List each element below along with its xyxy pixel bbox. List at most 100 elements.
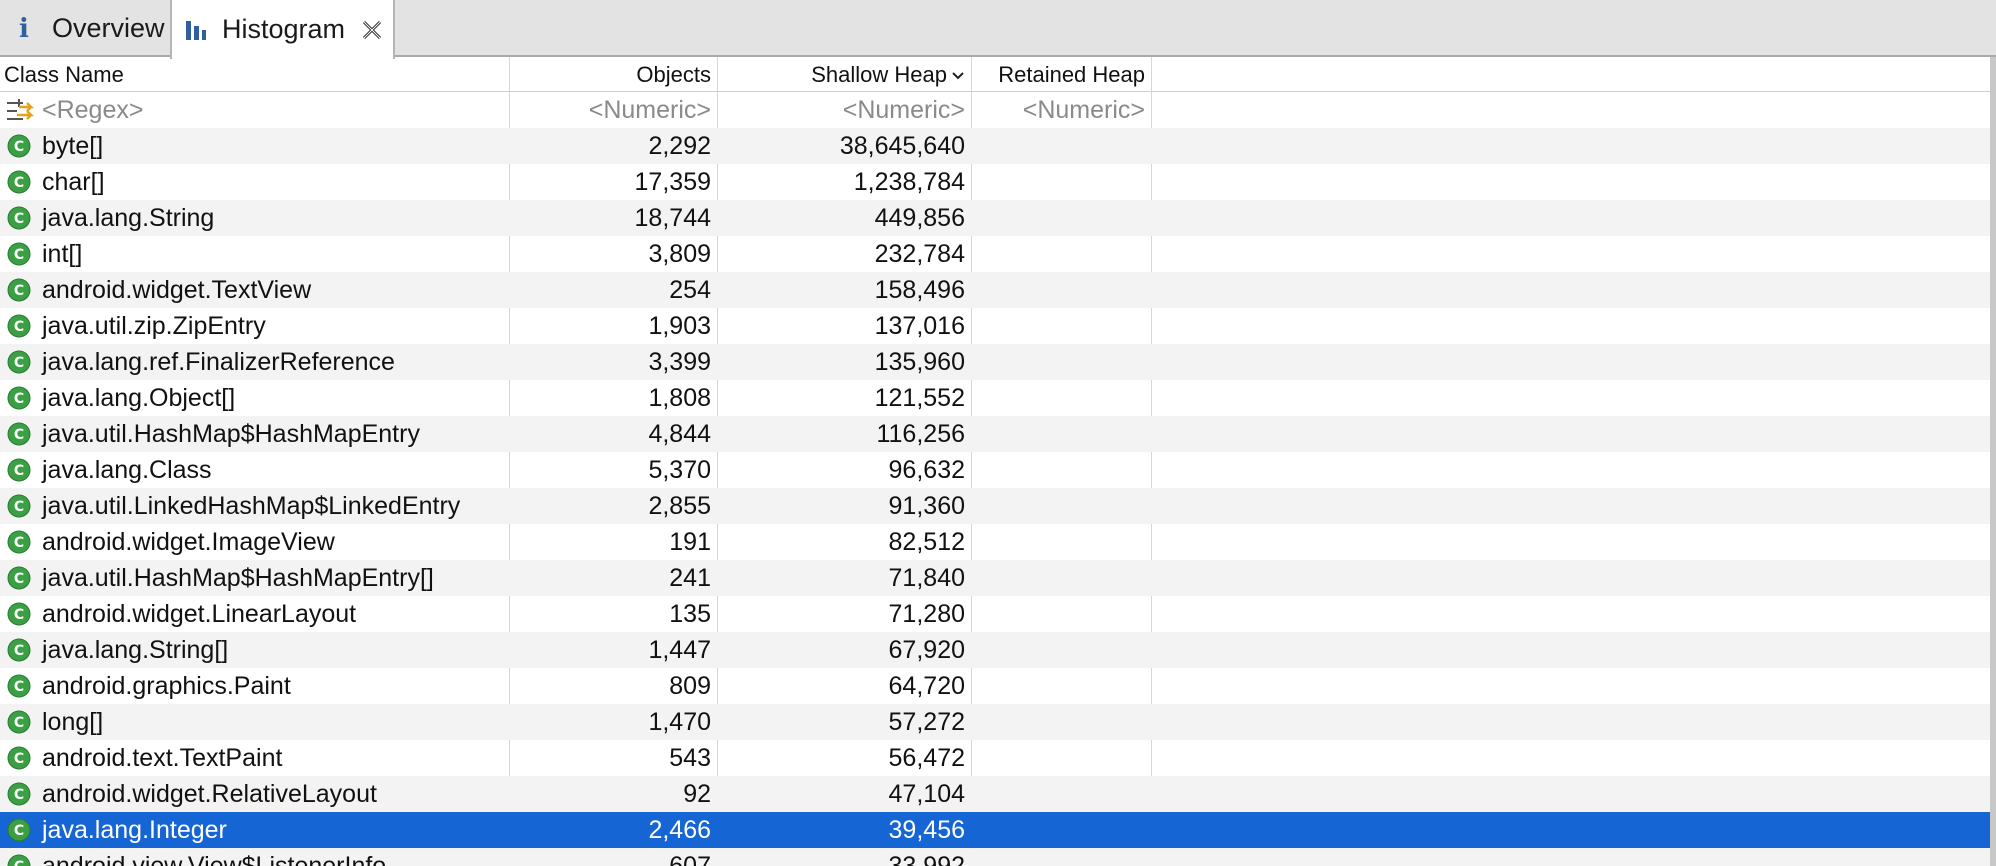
table-row[interactable]: Candroid.widget.LinearLayout 135 71,280	[0, 596, 1990, 632]
column-header-shallow-heap-label: Shallow Heap	[811, 62, 947, 87]
objects-cell: 1,903	[648, 312, 711, 340]
table-row[interactable]: Cjava.lang.Class 5,370 96,632	[0, 452, 1990, 488]
shallow-heap-cell: 38,645,640	[839, 132, 965, 160]
shallow-heap-cell: 82,512	[888, 528, 965, 556]
retained-heap-cell	[971, 524, 1151, 560]
column-header-shallow-heap[interactable]: Shallow Heap	[717, 57, 971, 92]
class-name-cell: java.util.HashMap$HashMapEntry	[42, 420, 420, 448]
objects-cell: 1,447	[648, 636, 711, 664]
class-name-cell: android.graphics.Paint	[42, 672, 291, 700]
class-name-cell: int[]	[42, 240, 83, 268]
column-header-class-name[interactable]: Class Name	[0, 57, 509, 92]
retained-heap-cell	[971, 452, 1151, 488]
table-row[interactable]: Cjava.util.HashMap$HashMapEntry 4,844 116,…	[0, 416, 1990, 452]
objects-cell: 254	[669, 276, 711, 304]
retained-heap-cell	[971, 308, 1151, 344]
filter-row[interactable]: <Regex> <Numeric> <Numeric> <Numeric>	[0, 92, 1990, 128]
shallow-heap-cell: 232,784	[874, 240, 965, 268]
filter-objects-input[interactable]: <Numeric>	[509, 92, 717, 128]
class-name-cell: java.lang.String	[42, 204, 215, 232]
close-icon[interactable]	[361, 19, 383, 41]
retained-heap-cell	[971, 128, 1151, 164]
retained-heap-cell	[971, 344, 1151, 380]
shallow-heap-cell: 137,016	[874, 312, 965, 340]
retained-heap-cell	[971, 776, 1151, 812]
retained-heap-cell	[971, 488, 1151, 524]
shallow-heap-cell: 47,104	[888, 780, 965, 808]
objects-cell: 1,470	[648, 708, 711, 736]
class-name-cell: byte[]	[42, 132, 104, 160]
tab-histogram[interactable]: Histogram	[170, 0, 395, 59]
column-header-objects[interactable]: Objects	[509, 57, 717, 92]
table-row[interactable]: Cjava.util.HashMap$HashMapEntry[] 241 71,8…	[0, 560, 1990, 596]
table-row[interactable]: Cjava.util.zip.ZipEntry 1,903 137,016	[0, 308, 1990, 344]
retained-heap-cell	[971, 632, 1151, 668]
table-row[interactable]: Cint[] 3,809 232,784	[0, 236, 1990, 272]
class-name-cell: java.lang.Class	[42, 456, 212, 484]
vertical-scrollbar[interactable]	[1990, 57, 1996, 866]
shallow-heap-cell: 96,632	[888, 456, 965, 484]
class-name-cell: android.widget.TextView	[42, 276, 312, 304]
chevron-down-icon	[952, 72, 964, 80]
histogram-table[interactable]: Class Name Objects Shallow Heap Retained…	[0, 57, 1990, 866]
shallow-heap-cell: 1,238,784	[853, 168, 965, 196]
shallow-heap-cell: 116,256	[876, 420, 965, 448]
table-row[interactable]: Cbyte[] 2,292 38,645,640	[0, 128, 1990, 164]
filter-class-name-input[interactable]: <Regex>	[0, 92, 509, 128]
class-name-cell: java.util.LinkedHashMap$LinkedEntry	[42, 492, 461, 520]
objects-cell: 191	[669, 528, 711, 556]
objects-cell: 607	[669, 852, 711, 866]
table-row[interactable]: Cjava.util.LinkedHashMap$LinkedEntry 2,85…	[0, 488, 1990, 524]
table-row[interactable]: Cjava.lang.ref.FinalizerReference 3,399 13…	[0, 344, 1990, 380]
table-row[interactable]: Cchar[] 17,359 1,238,784	[0, 164, 1990, 200]
table-row[interactable]: Cjava.lang.Integer 2,466 39,456	[0, 812, 1990, 848]
retained-heap-cell	[971, 848, 1151, 866]
retained-heap-cell	[971, 740, 1151, 776]
table-row[interactable]: Candroid.widget.ImageView 191 82,512	[0, 524, 1990, 560]
shallow-heap-cell: 135,960	[874, 348, 965, 376]
table-row[interactable]: Candroid.graphics.Paint 809 64,720	[0, 668, 1990, 704]
retained-heap-cell	[971, 704, 1151, 740]
retained-heap-cell	[971, 668, 1151, 704]
retained-heap-cell	[971, 164, 1151, 200]
tab-overview-label: Overview	[52, 13, 165, 43]
table-row[interactable]: Cjava.lang.String 18,744 449,856	[0, 200, 1990, 236]
objects-cell: 4,844	[648, 420, 711, 448]
bar-chart-icon	[186, 20, 206, 40]
tab-histogram-label: Histogram	[222, 14, 346, 44]
objects-cell: 135	[669, 600, 711, 628]
table-row[interactable]: Clong[] 1,470 57,272	[0, 704, 1990, 740]
table-row[interactable]: Cjava.lang.Object[] 1,808 121,552	[0, 380, 1990, 416]
filter-retained-heap-input[interactable]: <Numeric>	[971, 92, 1151, 128]
objects-cell: 17,359	[634, 168, 711, 196]
table-header: Class Name Objects Shallow Heap Retained…	[0, 57, 1990, 92]
class-name-cell: java.lang.String[]	[42, 636, 229, 664]
shallow-heap-cell: 449,856	[874, 204, 965, 232]
shallow-heap-cell: 67,920	[888, 636, 965, 664]
retained-heap-cell	[971, 416, 1151, 452]
class-name-cell: android.text.TextPaint	[42, 744, 283, 772]
objects-cell: 2,855	[648, 492, 711, 520]
objects-cell: 809	[669, 672, 711, 700]
table-row[interactable]: Candroid.view.View$ListenerInfo60733,992	[0, 848, 1990, 866]
objects-cell: 543	[669, 744, 711, 772]
retained-heap-cell	[971, 380, 1151, 416]
shallow-heap-cell: 71,280	[888, 600, 965, 628]
filter-shallow-heap-input[interactable]: <Numeric>	[717, 92, 971, 128]
class-name-cell: java.lang.ref.FinalizerReference	[42, 348, 395, 376]
shallow-heap-cell: 121,552	[874, 384, 965, 412]
shallow-heap-cell: 91,360	[888, 492, 965, 520]
class-name-cell: java.util.HashMap$HashMapEntry[]	[42, 564, 434, 592]
table-row[interactable]: Cjava.lang.String[] 1,447 67,920	[0, 632, 1990, 668]
objects-cell: 5,370	[648, 456, 711, 484]
objects-cell: 3,809	[648, 240, 711, 268]
table-row[interactable]: Candroid.widget.RelativeLayout 92 47,104	[0, 776, 1990, 812]
shallow-heap-cell: 33,992	[888, 852, 965, 866]
shallow-heap-cell: 57,272	[888, 708, 965, 736]
editor-tab-bar: i Overview Histogram	[0, 0, 1996, 59]
tab-overview[interactable]: i Overview	[0, 0, 170, 57]
table-row[interactable]: Candroid.widget.TextView 254 158,496	[0, 272, 1990, 308]
table-row[interactable]: Candroid.text.TextPaint 543 56,472	[0, 740, 1990, 776]
column-header-retained-heap[interactable]: Retained Heap	[971, 57, 1151, 92]
retained-heap-cell	[971, 812, 1151, 848]
